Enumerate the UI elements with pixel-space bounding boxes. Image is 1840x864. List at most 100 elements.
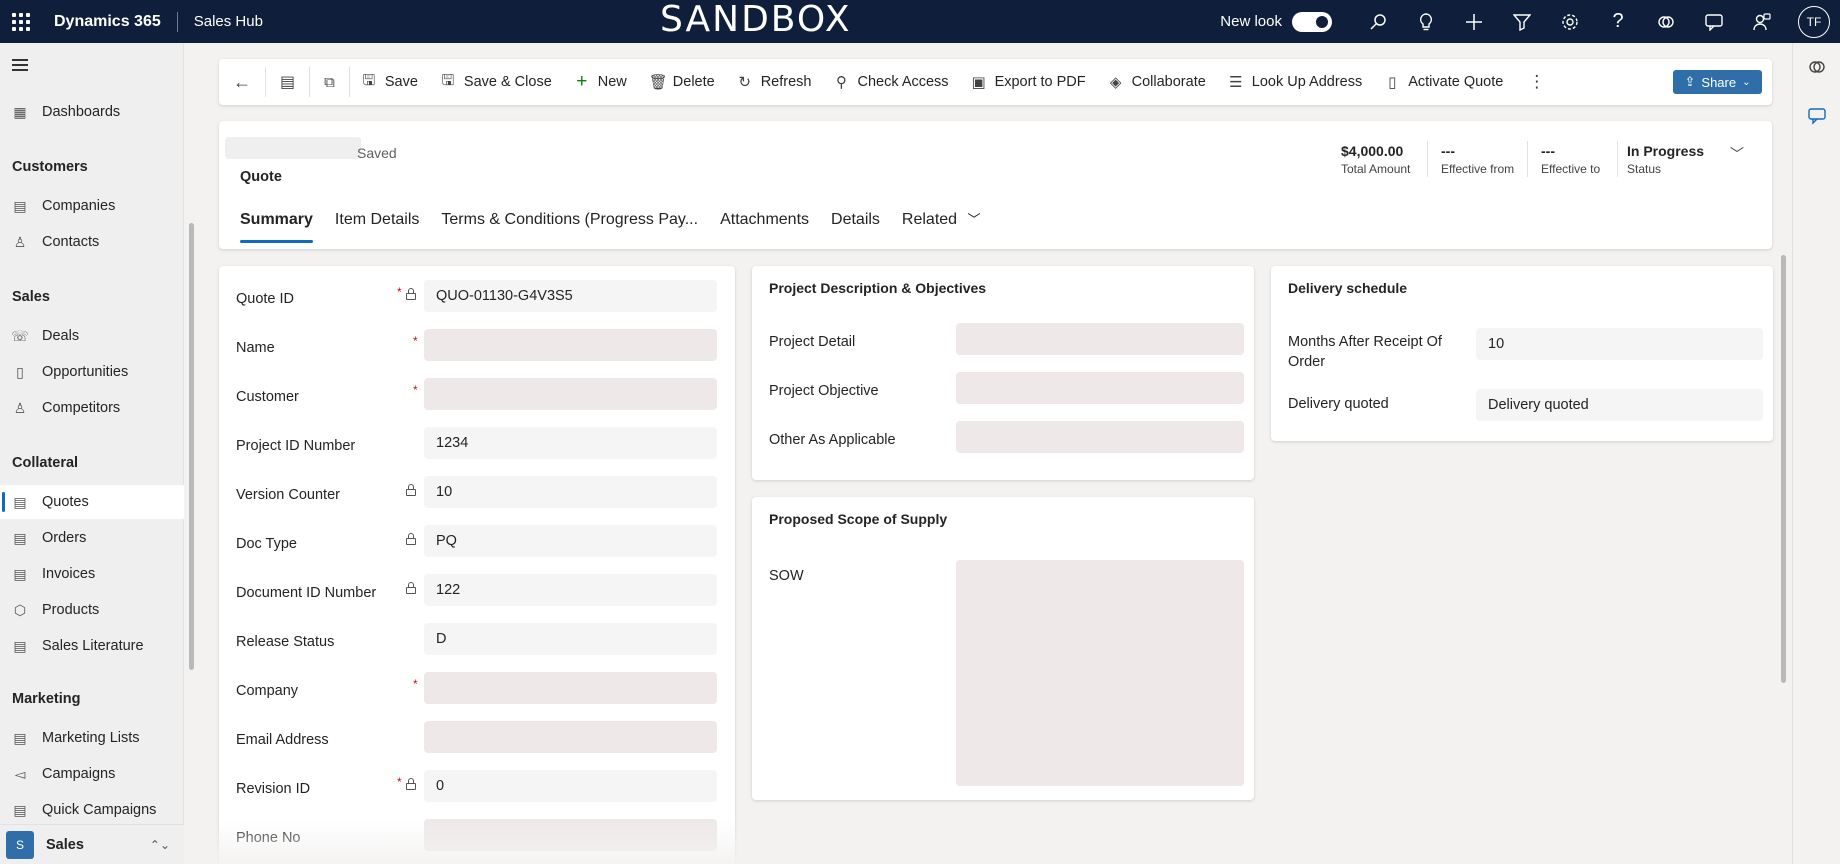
field-label: Project Detail — [769, 334, 856, 350]
new-button[interactable]: + New — [563, 59, 638, 105]
tab-attachments[interactable]: Attachments — [720, 205, 809, 243]
conversation-icon[interactable] — [1807, 106, 1827, 126]
chat-icon[interactable] — [1690, 0, 1738, 43]
refresh-button[interactable]: ↻ Refresh — [726, 59, 823, 105]
check-access-button[interactable]: ⚲ Check Access — [822, 59, 959, 105]
effective-from-label: Effective from — [1441, 162, 1515, 176]
save-label: Save — [384, 74, 418, 90]
save-close-button[interactable]: 🖫 Save & Close — [429, 59, 563, 105]
settings-icon[interactable] — [1546, 0, 1594, 43]
export-pdf-button[interactable]: ▣ Export to PDF — [960, 59, 1097, 105]
new-look-toggle[interactable] — [1292, 11, 1332, 32]
sidebar-item-label: Orders — [42, 530, 87, 546]
sidebar-item-deals[interactable]: ☏ Deals — [0, 319, 184, 353]
plus-icon[interactable] — [1450, 0, 1498, 43]
filter-icon[interactable] — [1498, 0, 1546, 43]
delivery-quoted-input[interactable]: Delivery quoted — [1476, 389, 1763, 421]
user-avatar[interactable]: TF — [1798, 5, 1830, 38]
sidebar-item-quick-campaigns[interactable]: ▤ Quick Campaigns — [0, 793, 184, 827]
more-commands-button[interactable]: ⋮ — [1514, 59, 1559, 105]
email-address-input-redacted[interactable] — [424, 721, 717, 753]
document-id-number-input[interactable]: 122 — [424, 574, 717, 606]
quote-id-input[interactable]: QUO-01130-G4V3S5 — [424, 280, 717, 312]
lightbulb-icon[interactable] — [1402, 0, 1450, 43]
tab-summary[interactable]: Summary — [240, 205, 313, 243]
collaborate-button[interactable]: ◈ Collaborate — [1097, 59, 1217, 105]
copilot-icon[interactable] — [1642, 0, 1690, 43]
activate-quote-label: Activate Quote — [1408, 74, 1504, 90]
sidebar-group-marketing: Marketing — [12, 691, 81, 707]
open-new-window-button[interactable]: ⧉ — [310, 59, 349, 105]
field-label: Customer — [236, 389, 299, 405]
copilot-icon[interactable] — [1807, 57, 1827, 77]
other-as-applicable-input-redacted[interactable] — [956, 421, 1244, 453]
back-button[interactable]: ← — [219, 59, 265, 105]
sidebar-item-label: Sales Literature — [42, 638, 144, 654]
field-label: Other As Applicable — [769, 432, 896, 448]
record-set-button[interactable]: ▤ — [266, 59, 309, 105]
doc-type-input[interactable]: PQ — [424, 525, 717, 557]
field-delivery-quoted: Delivery quoted Delivery quoted — [1271, 385, 1773, 423]
sow-textarea-redacted[interactable] — [956, 560, 1244, 786]
field-label: Months After Receipt Of Order — [1288, 334, 1442, 370]
months-after-receipt-input[interactable]: 10 — [1476, 328, 1763, 360]
sidebar-scrollbar[interactable] — [189, 223, 194, 670]
sidebar-item-companies[interactable]: ▤ Companies — [0, 189, 184, 223]
sidebar-item-orders[interactable]: ▤ Orders — [0, 521, 184, 555]
help-icon[interactable]: ? — [1594, 0, 1642, 43]
sidebar-item-marketing-lists[interactable]: ▤ Marketing Lists — [0, 721, 184, 755]
field-project-objective: Project Objective — [752, 372, 1254, 410]
field-email-address: Email Address — [219, 721, 735, 759]
sidebar-item-dashboards[interactable]: ▦ Dashboards — [0, 95, 184, 129]
sidebar-item-competitors[interactable]: ♙ Competitors — [0, 391, 184, 425]
sidebar-item-quotes[interactable]: ▤ Quotes — [0, 485, 184, 519]
hub-name[interactable]: Sales Hub — [194, 13, 263, 30]
delete-label: Delete — [672, 74, 715, 90]
field-version-counter: Version Counter 10 — [219, 476, 735, 514]
sidebar-item-products[interactable]: ⬡ Products — [0, 593, 184, 627]
app-launcher-icon[interactable] — [0, 0, 42, 43]
divider — [176, 11, 178, 32]
sidebar-item-campaigns[interactable]: ◅ Campaigns — [0, 757, 184, 791]
look-up-address-button[interactable]: ☰ Look Up Address — [1217, 59, 1373, 105]
company-lookup-redacted[interactable] — [424, 672, 717, 704]
main-scrollbar[interactable] — [1781, 255, 1786, 683]
field-label: Company — [236, 683, 299, 699]
delete-button[interactable]: 🗑 Delete — [638, 59, 726, 105]
customer-lookup-redacted[interactable] — [424, 378, 717, 410]
revision-id-input[interactable]: 0 — [424, 770, 717, 802]
name-input-redacted[interactable] — [424, 329, 717, 361]
search-icon[interactable] — [1354, 0, 1402, 43]
tab-item-details[interactable]: Item Details — [335, 205, 419, 243]
lock-icon — [406, 484, 416, 496]
release-status-input[interactable]: D — [424, 623, 717, 655]
status-label: Status — [1627, 162, 1662, 176]
save-button[interactable]: 🖫 Save — [350, 59, 429, 105]
project-id-number-input[interactable]: 1234 — [424, 427, 717, 459]
assistant-icon[interactable] — [1738, 0, 1786, 43]
record-title-redacted — [225, 137, 361, 159]
sidebar-item-opportunities[interactable]: ▯ Opportunities — [0, 355, 184, 389]
phone-no-input-redacted[interactable] — [424, 819, 717, 851]
area-switcher[interactable]: S Sales ⌃⌄ — [0, 824, 184, 864]
sidebar-item-contacts[interactable]: ♙ Contacts — [0, 225, 184, 259]
sidebar-item-invoices[interactable]: ▤ Invoices — [0, 557, 184, 591]
project-objective-input-redacted[interactable] — [956, 372, 1244, 404]
activate-quote-button[interactable]: ▯ Activate Quote — [1373, 59, 1514, 105]
app-name[interactable]: Dynamics 365 — [54, 13, 161, 31]
header-status: In Progress Status — [1627, 143, 1704, 176]
sidebar-group-customers: Customers — [12, 159, 88, 175]
new-label: New — [597, 74, 627, 90]
hamburger-menu-icon[interactable] — [12, 59, 28, 74]
project-detail-input-redacted[interactable] — [956, 323, 1244, 355]
sidebar-item-label: Competitors — [42, 400, 121, 416]
share-button[interactable]: ⇪ Share ⌄ — [1673, 70, 1762, 94]
divider — [1427, 141, 1428, 177]
tab-related[interactable]: Related ﹀ — [902, 205, 981, 243]
tab-details[interactable]: Details — [831, 205, 880, 243]
version-counter-input[interactable]: 10 — [424, 476, 717, 508]
sidebar-item-sales-literature[interactable]: ▤ Sales Literature — [0, 629, 184, 663]
expand-header-chevron-icon[interactable]: ﹀ — [1730, 144, 1744, 164]
header-effective-to: --- Effective to — [1541, 143, 1600, 176]
tab-terms-conditions[interactable]: Terms & Conditions (Progress Pay... — [441, 205, 698, 243]
